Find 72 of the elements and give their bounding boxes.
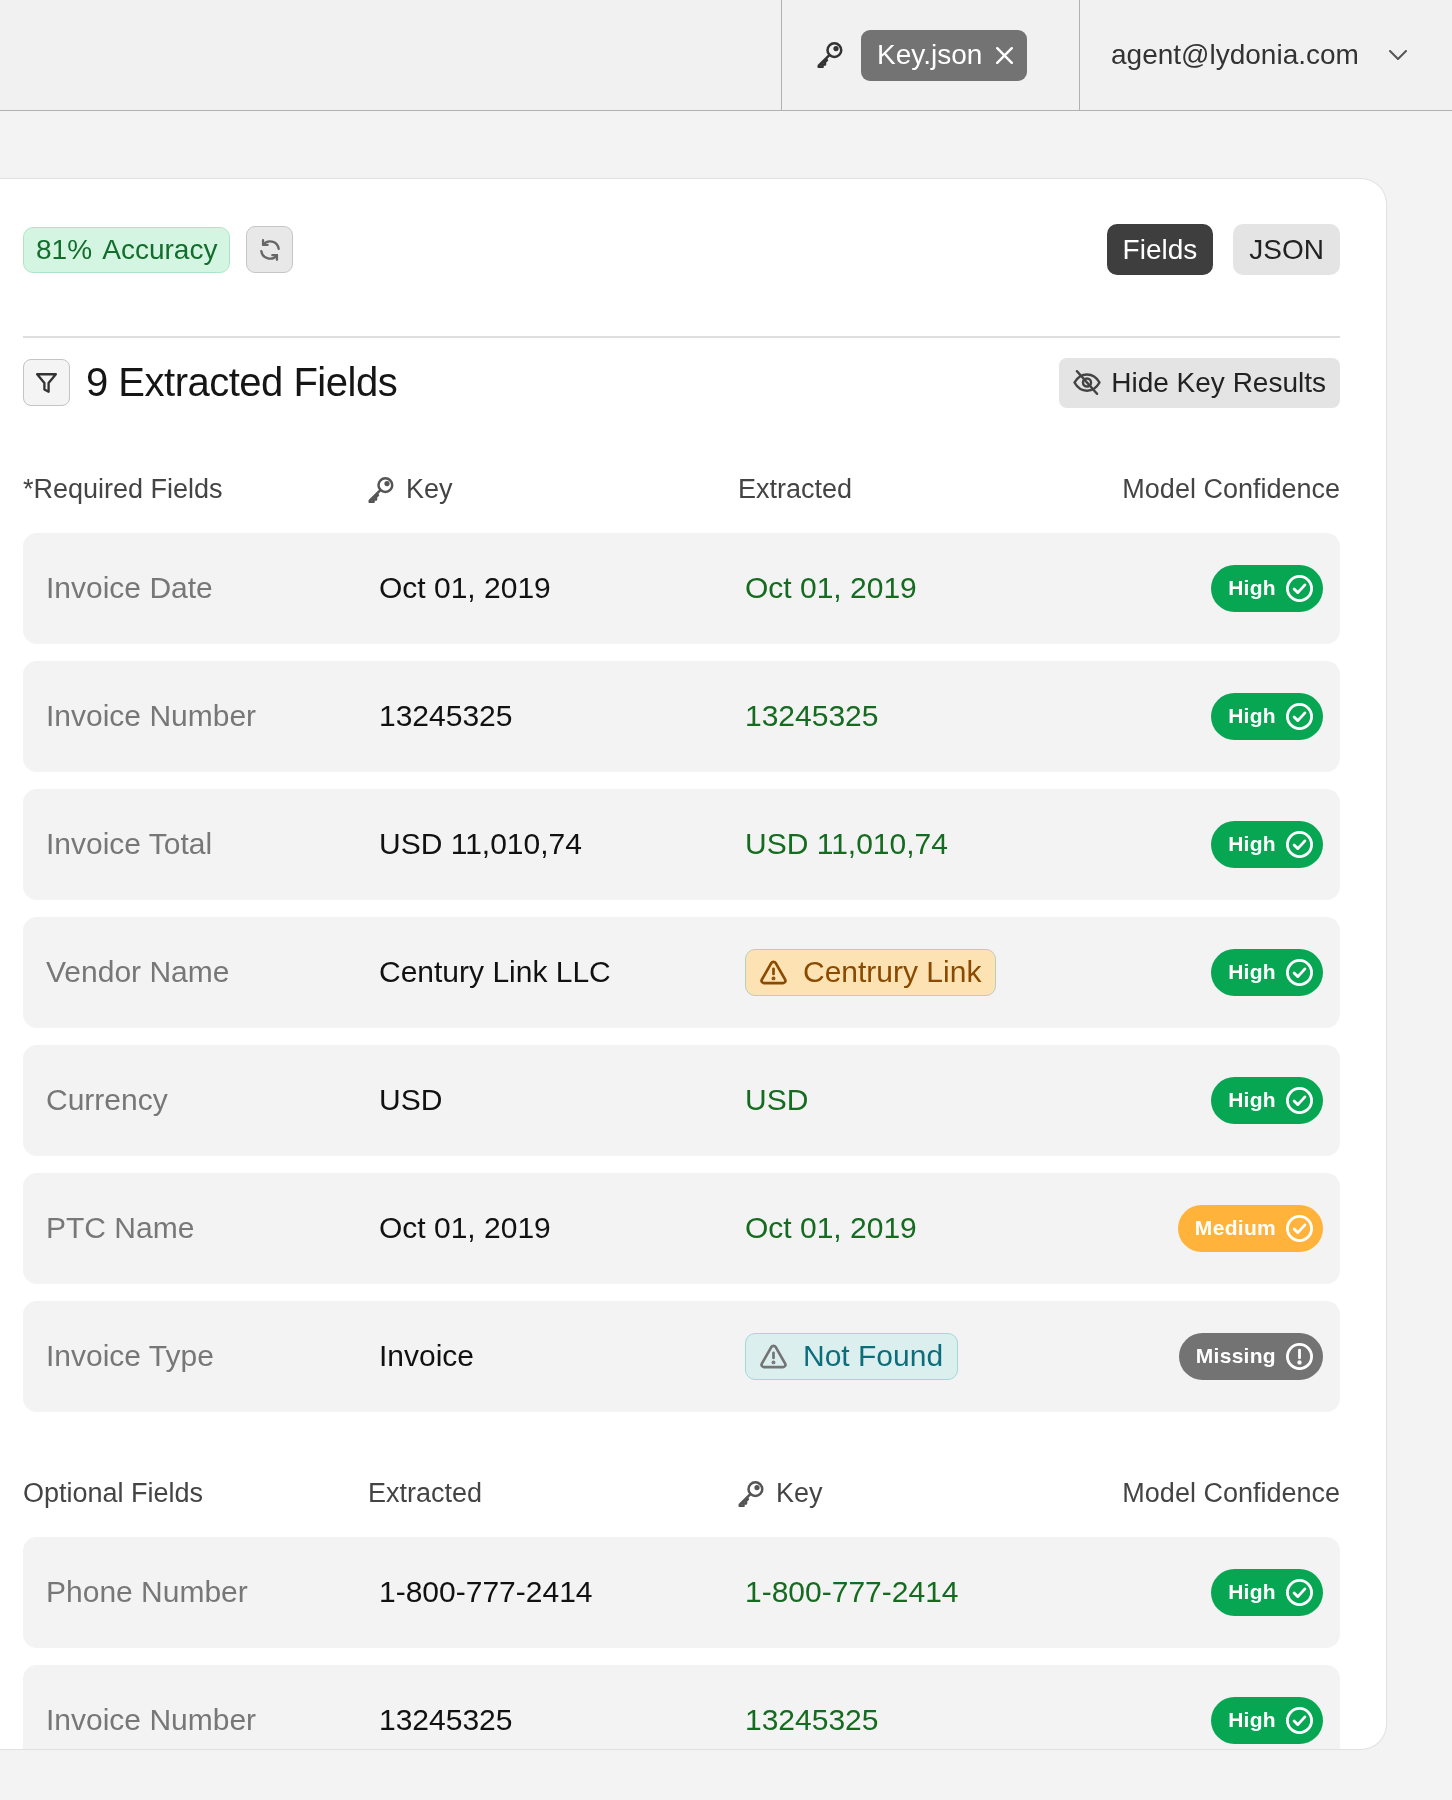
column-header: Model Confidence <box>1122 1478 1340 1509</box>
key-icon <box>368 476 394 503</box>
confidence-label: High <box>1228 960 1276 984</box>
column-header: *Required Fields <box>23 474 224 505</box>
result-value: Oct 01, 2019 <box>745 571 917 605</box>
column-header: Extracted <box>738 474 854 505</box>
confidence-label: High <box>1228 576 1276 600</box>
field-value: Century Link LLC <box>379 955 612 989</box>
field-value: Invoice <box>379 1339 476 1373</box>
filter-button[interactable] <box>23 359 70 406</box>
confidence-label: High <box>1228 832 1276 856</box>
confidence-label: Missing <box>1195 1344 1276 1368</box>
result-value: Centrury Link <box>803 955 982 989</box>
result-value: USD 11,010,74 <box>745 827 948 861</box>
result-value: Not Found <box>803 1339 944 1373</box>
check-circle-icon <box>1286 1214 1313 1242</box>
warning-icon <box>760 1343 787 1369</box>
field-value: Oct 01, 2019 <box>379 571 552 605</box>
field-name: Invoice Type <box>46 1339 215 1373</box>
field-value: 1-800-777-2414 <box>379 1575 594 1609</box>
field-value: USD <box>379 1083 444 1117</box>
user-menu-button[interactable]: agent@lydonia.com <box>1111 39 1407 71</box>
check-circle-icon <box>1286 830 1313 858</box>
close-icon[interactable] <box>996 46 1014 64</box>
key-icon <box>817 42 843 68</box>
confidence-label: Medium <box>1194 1216 1276 1240</box>
section-title: 9 Extracted Fields <box>86 360 398 405</box>
field-name: PTC Name <box>46 1211 196 1245</box>
view-tab[interactable]: JSON <box>1233 224 1340 275</box>
column-header: Optional Fields <box>23 1478 205 1509</box>
hide-key-results-button[interactable]: Hide Key Results <box>1059 357 1340 408</box>
field-value: USD 11,010,74 <box>379 827 583 861</box>
check-circle-icon <box>1286 958 1313 986</box>
result-value: USD <box>745 1083 809 1117</box>
refresh-button[interactable] <box>246 226 294 273</box>
result-value: 13245325 <box>745 699 879 733</box>
view-tab[interactable]: Fields <box>1106 224 1214 275</box>
exclamation-circle-icon <box>1286 1342 1313 1370</box>
file-name: Key.json <box>877 39 983 71</box>
confidence-label: High <box>1228 1708 1276 1732</box>
field-value: Oct 01, 2019 <box>379 1211 552 1245</box>
refresh-icon <box>258 238 281 261</box>
result-value: Oct 01, 2019 <box>745 1211 917 1245</box>
confidence-label: High <box>1228 704 1276 728</box>
check-circle-icon <box>1286 1578 1313 1606</box>
confidence-label: High <box>1228 1088 1276 1112</box>
check-circle-icon <box>1286 1086 1313 1114</box>
column-header: Model Confidence <box>1122 474 1340 505</box>
field-name: Currency <box>46 1083 169 1117</box>
field-name: Invoice Date <box>46 571 214 605</box>
check-circle-icon <box>1286 574 1313 602</box>
column-header: Key <box>406 474 453 505</box>
field-name: Invoice Number <box>46 699 258 733</box>
column-header: Extracted <box>368 1478 484 1509</box>
confidence-label: High <box>1228 1580 1276 1604</box>
check-circle-icon <box>1286 1706 1313 1734</box>
accuracy-badge: 81% Accuracy <box>23 226 231 273</box>
field-name: Invoice Total <box>46 827 214 861</box>
field-value: 13245325 <box>379 1703 514 1737</box>
warning-icon <box>760 959 787 985</box>
result-value: 13245325 <box>745 1703 879 1737</box>
key-icon <box>738 1480 764 1507</box>
eye-slash-icon <box>1073 370 1102 395</box>
field-value: 13245325 <box>379 699 514 733</box>
check-circle-icon <box>1286 702 1313 730</box>
column-header: Key <box>776 1478 823 1509</box>
field-name: Vendor Name <box>46 955 231 989</box>
field-name: Phone Number <box>46 1575 249 1609</box>
field-name: Invoice Number <box>46 1703 258 1737</box>
chevron-down-icon[interactable] <box>1388 50 1407 60</box>
filter-icon <box>36 372 57 393</box>
result-value: 1-800-777-2414 <box>745 1575 959 1609</box>
